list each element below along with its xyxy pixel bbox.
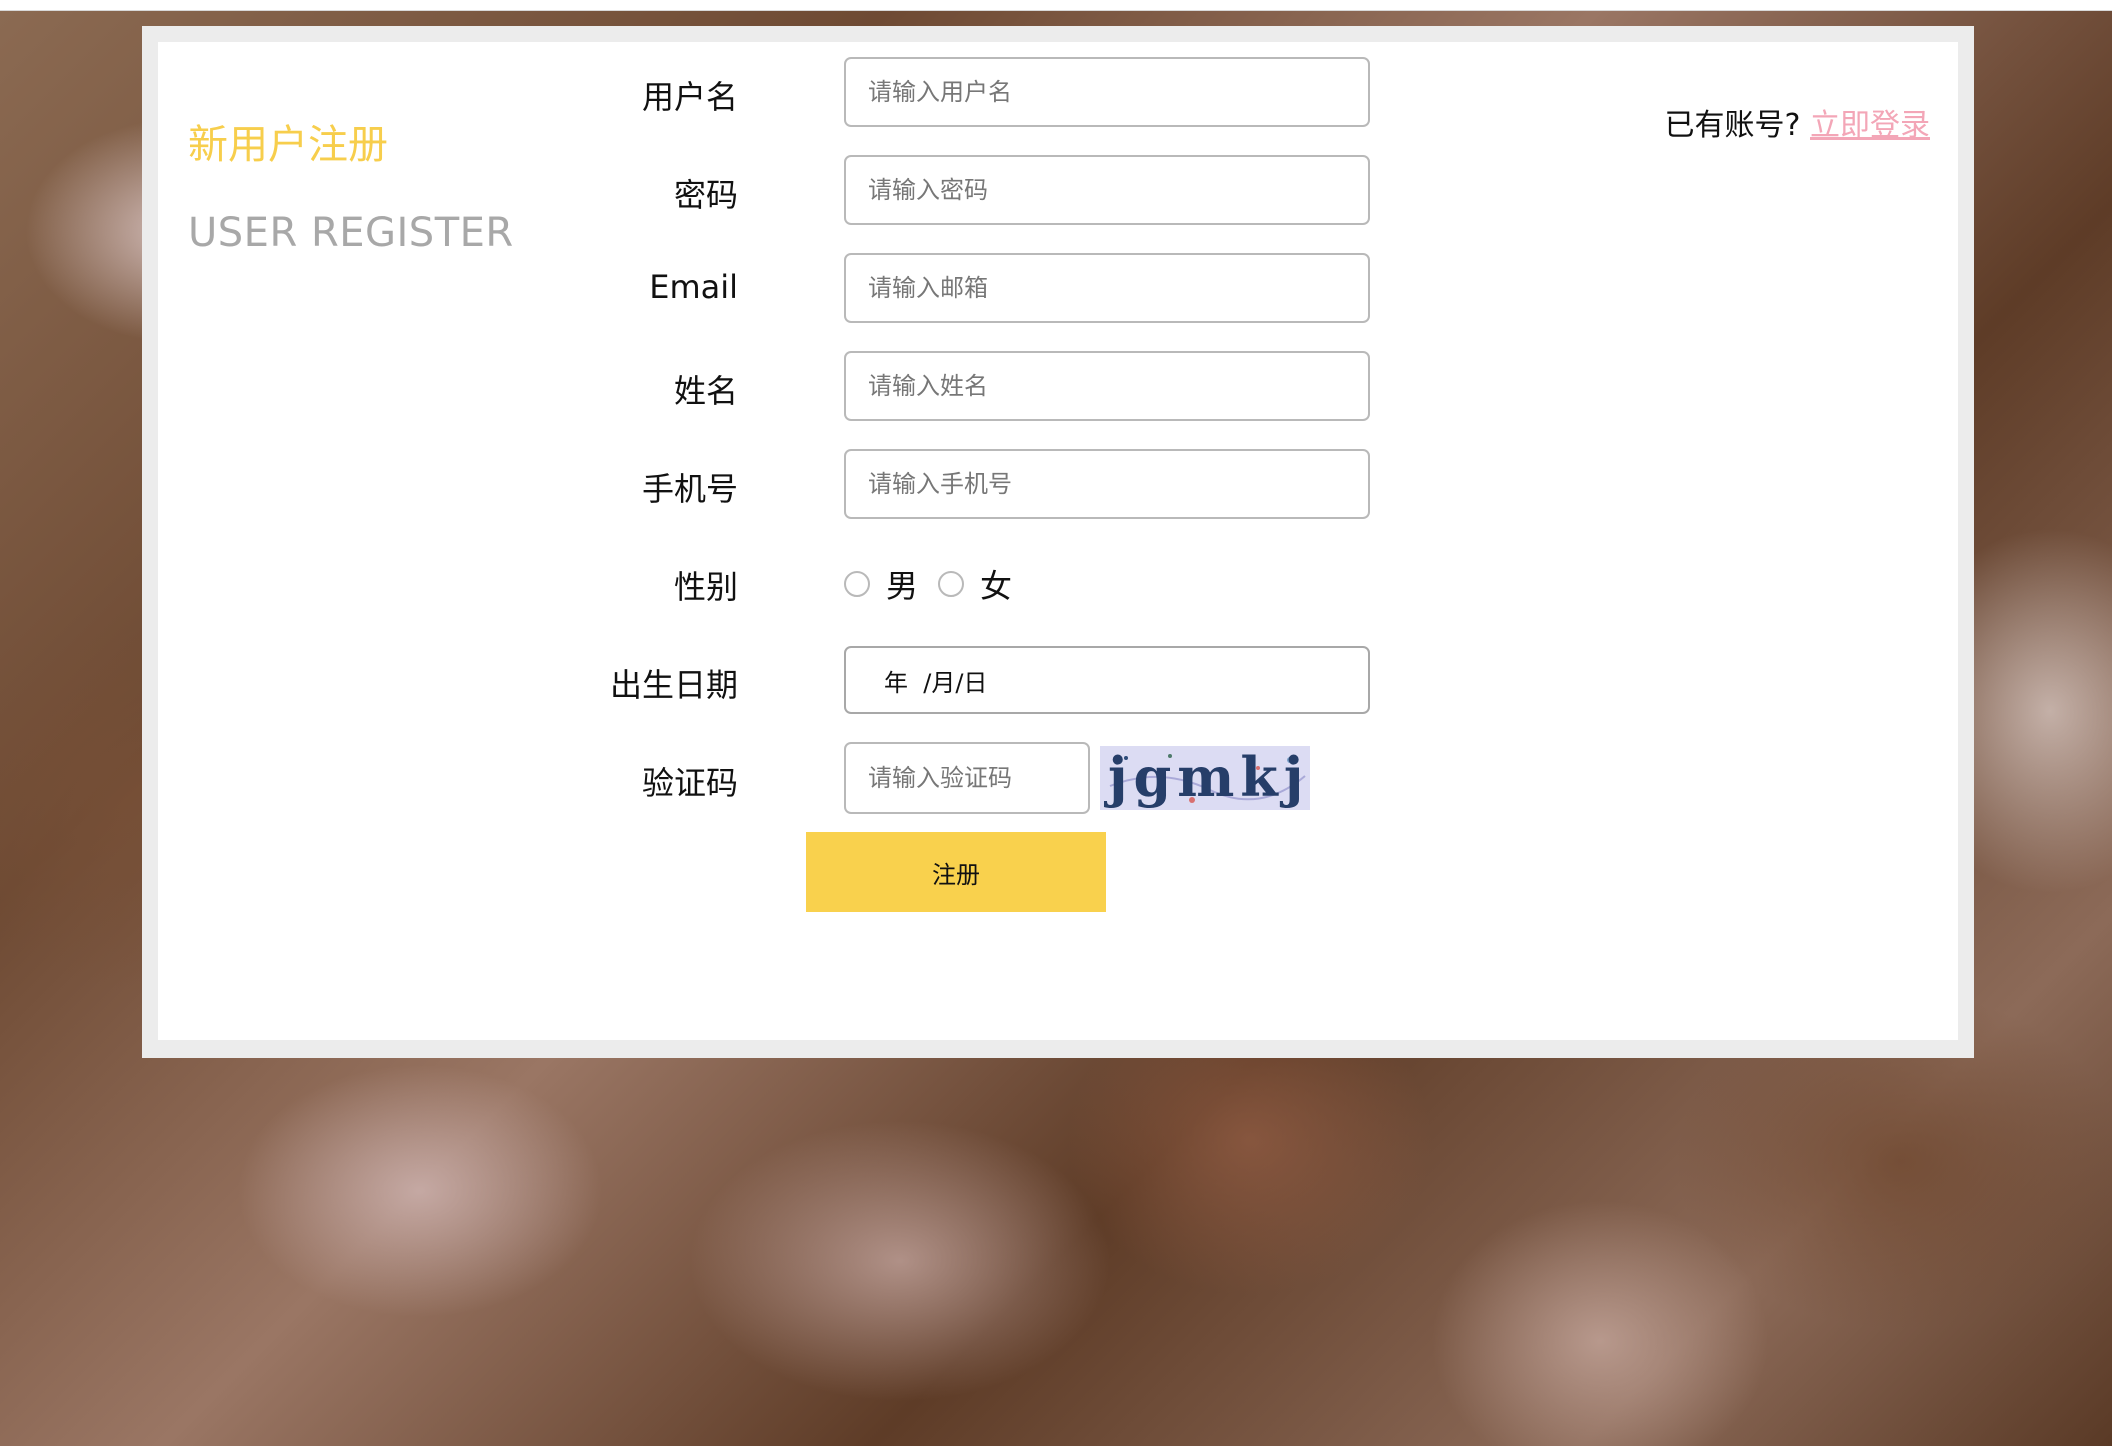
login-hint: 已有账号? 立即登录	[1665, 100, 1930, 144]
page-title-cn: 新用户注册	[188, 122, 388, 168]
phone-label: 手机号	[641, 470, 738, 508]
gender-radio-group: 男 女	[844, 562, 1032, 606]
captcha-label: 验证码	[641, 764, 738, 802]
name-input[interactable]	[844, 351, 1370, 421]
password-label: 密码	[673, 176, 738, 214]
name-label: 姓名	[673, 372, 738, 410]
username-input[interactable]	[844, 57, 1370, 127]
password-input[interactable]	[844, 155, 1370, 225]
captcha-graphic: jgmkj	[1100, 745, 1310, 810]
captcha-image[interactable]: jgmkj	[1100, 745, 1310, 810]
gender-female-radio[interactable]	[938, 571, 965, 597]
email-input[interactable]	[844, 253, 1370, 323]
gender-male-label: 男	[886, 567, 919, 605]
captcha-input[interactable]	[844, 742, 1090, 814]
gender-male-radio[interactable]	[844, 571, 870, 597]
phone-input[interactable]	[844, 449, 1370, 519]
birthday-date-input[interactable]: 年 /月/日	[844, 646, 1370, 714]
login-link[interactable]: 立即登录	[1810, 108, 1930, 143]
page-title-en: USER REGISTER	[188, 210, 514, 256]
browser-top-strip	[0, 0, 2112, 11]
gender-label: 性别	[673, 568, 738, 606]
register-submit-button[interactable]: 注册	[806, 832, 1106, 912]
captcha-code: jgmkj	[1103, 746, 1309, 809]
username-label: 用户名	[641, 78, 738, 116]
login-prompt: 已有账号?	[1664, 108, 1801, 143]
email-label: Email	[649, 268, 738, 306]
birthday-label: 出生日期	[609, 666, 738, 704]
gender-female-label: 女	[980, 567, 1013, 605]
